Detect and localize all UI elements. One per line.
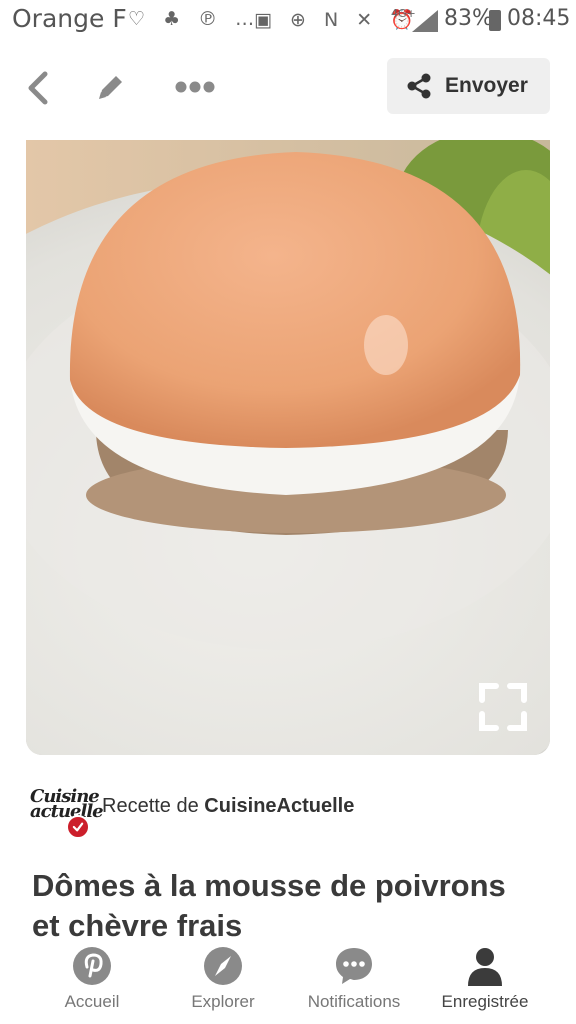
- nav-notifications[interactable]: Notifications: [290, 940, 418, 1024]
- notification-icons: ♡ ♣ ℗ …: [128, 8, 261, 30]
- pin-image[interactable]: [26, 140, 550, 755]
- battery-percent: 83%: [444, 6, 493, 31]
- carrier-name: Orange F: [12, 4, 127, 33]
- expand-icon[interactable]: [476, 680, 530, 734]
- compass-icon: [204, 947, 242, 985]
- chevron-left-icon[interactable]: [26, 70, 50, 106]
- signal-icon: [412, 10, 438, 32]
- status-bar: Orange F ♡ ♣ ℗ … ▣ ⊕ N ✕ ⏰ 4G+ 83% 08:45: [0, 0, 576, 40]
- nav-label-notifications: Notifications: [307, 992, 401, 1011]
- share-icon: [407, 73, 431, 99]
- nav-saved[interactable]: Enregistrée: [420, 940, 550, 1024]
- nav-label-saved: Enregistrée: [441, 992, 529, 1011]
- bottom-navigation: Accueil Explorer Notifications Enregistr…: [0, 940, 576, 1024]
- verified-check-icon: [66, 815, 90, 839]
- nav-label-explore: Explorer: [191, 992, 255, 1011]
- nav-explore[interactable]: Explorer: [158, 940, 288, 1024]
- clock: 08:45: [507, 6, 571, 31]
- pencil-icon[interactable]: [96, 72, 126, 102]
- pinterest-logo-icon: [73, 947, 111, 985]
- dessert-photo: [26, 140, 550, 755]
- battery-icon: [489, 10, 501, 31]
- pin-title: Dômes à la mousse de poivrons et chèvre …: [32, 868, 506, 943]
- logo-text-line2: actuelle: [30, 801, 104, 822]
- chat-bubble-icon: [336, 948, 372, 984]
- send-button[interactable]: Envoyer: [387, 58, 550, 114]
- more-options-icon[interactable]: [174, 80, 216, 94]
- person-icon: [468, 948, 502, 986]
- source-name[interactable]: CuisineActuelle: [204, 795, 354, 817]
- nav-label-home: Accueil: [64, 992, 120, 1011]
- nav-home[interactable]: Accueil: [26, 940, 158, 1024]
- source-prefix: Recette de: [102, 795, 205, 817]
- pin-toolbar: Envoyer: [26, 40, 550, 140]
- source-attribution[interactable]: Recette de CuisineActuelle: [102, 795, 354, 818]
- send-label: Envoyer: [445, 74, 528, 97]
